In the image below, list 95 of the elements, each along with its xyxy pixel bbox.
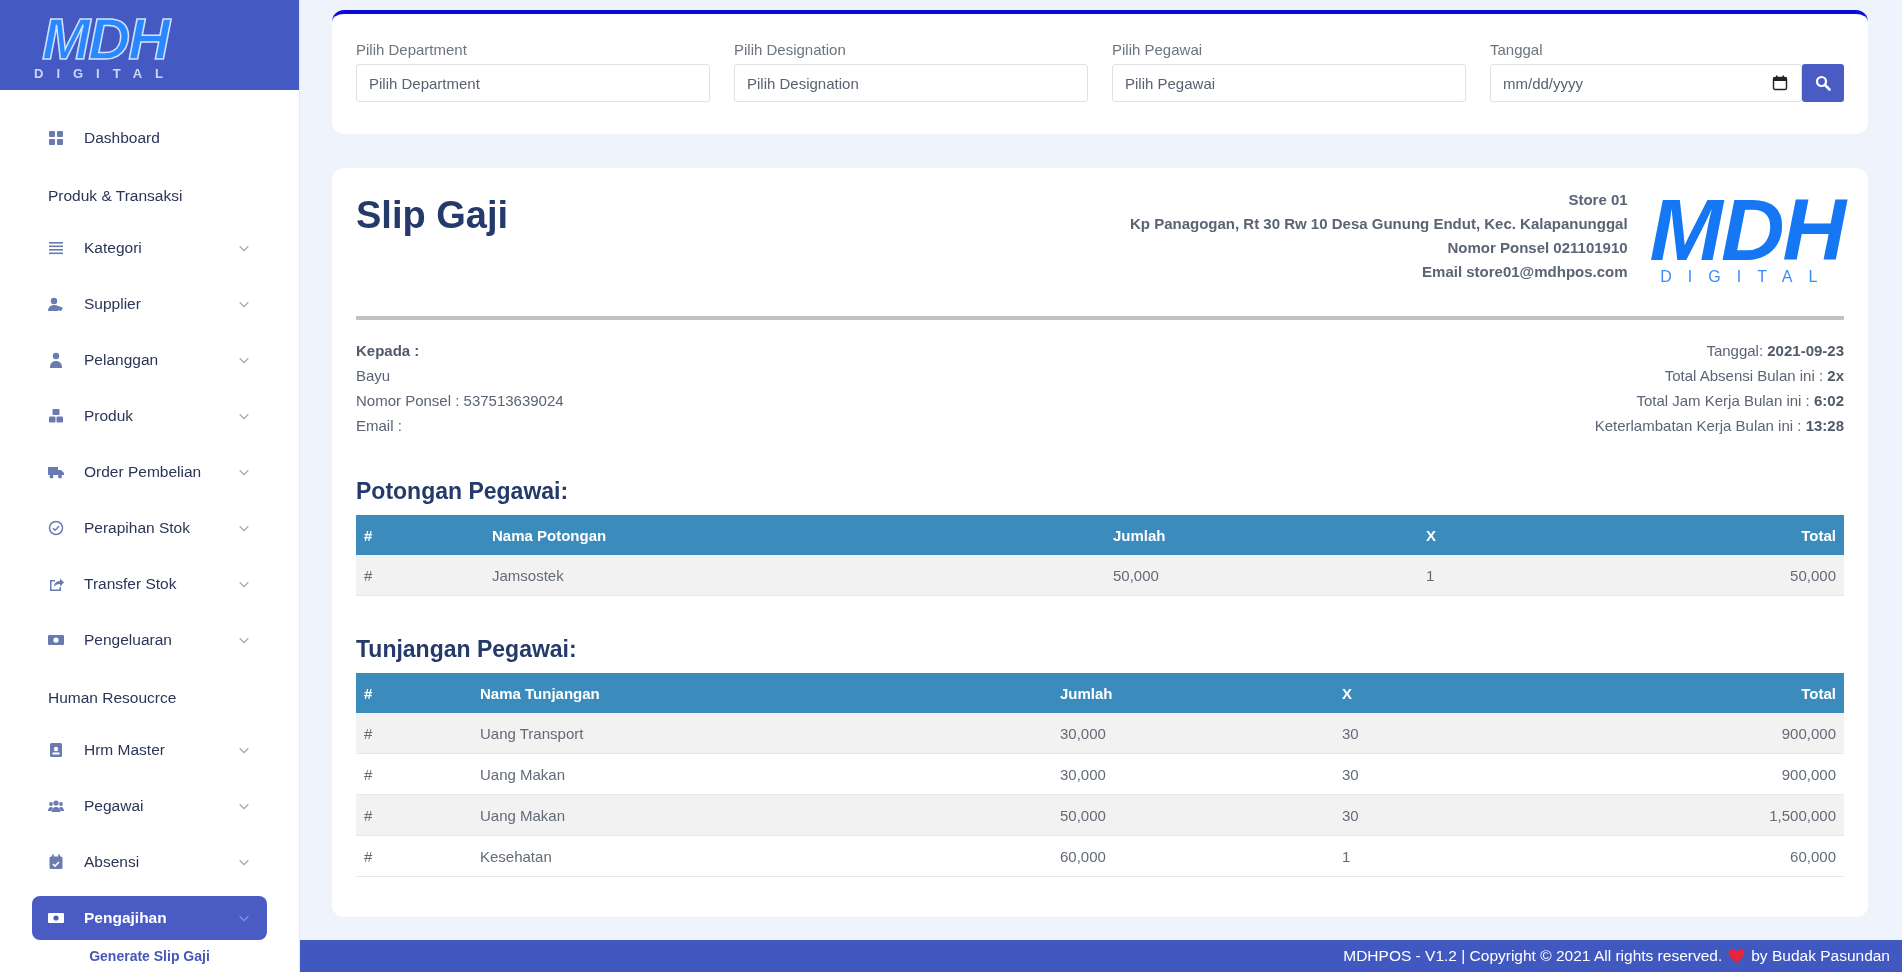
date-field[interactable]: mm/dd/yyyy (1490, 64, 1802, 102)
column-header: # (356, 515, 484, 555)
table-cell: 30,000 (1052, 753, 1334, 795)
summary-text: Total Absensi Bulan ini : 2x (1663, 366, 1844, 386)
calendar-icon (1772, 75, 1788, 91)
column-header: Jumlah (1052, 673, 1334, 713)
column-header: Nama Potongan (484, 515, 1105, 555)
sidebar-item[interactable]: Transfer Stok (32, 562, 267, 606)
users-icon (48, 798, 64, 814)
table-cell: 30,000 (1052, 713, 1334, 754)
user-tag-icon (48, 296, 64, 312)
select-field[interactable]: Pilih Designation (734, 64, 1088, 102)
sidebar-item[interactable]: Perapihan Stok (32, 506, 267, 550)
select-field[interactable]: Pilih Pegawai (1112, 64, 1466, 102)
table-cell: # (356, 794, 472, 836)
section-heading: Produk & Transaksi (47, 186, 184, 206)
boxes-icon (48, 408, 64, 424)
field-label: Pilih Designation (734, 41, 847, 58)
check-circle-icon (48, 520, 64, 536)
search-button[interactable] (1802, 64, 1844, 102)
store-info-text: Kp Panagogan, Rt 30 Rw 10 Desa Gunung Endut, Kec. Kalapanunggal (1130, 214, 1628, 234)
id-badge-icon (48, 742, 64, 758)
truck-icon (48, 464, 64, 480)
sidebar-item[interactable]: Pengeluaran (32, 618, 267, 662)
field-label: Tanggal (1490, 41, 1544, 58)
person-icon (48, 352, 64, 368)
sidebar-item[interactable]: Pelanggan (32, 338, 267, 382)
sidebar-item[interactable]: Pegawai (32, 784, 267, 828)
table-cell: 60,000 (1589, 835, 1844, 877)
credit-text: by Budak Pasundan (1751, 947, 1890, 965)
logo-wordmark: MDH (41, 9, 169, 68)
table-cell: Jamsostek (484, 555, 1105, 596)
table-cell: 30 (1334, 794, 1589, 836)
sidebar-item[interactable]: Order Pembelian (32, 450, 267, 494)
sidebar-item[interactable]: Hrm Master (32, 728, 267, 772)
list-icon (48, 240, 64, 256)
grid-icon (48, 130, 64, 146)
field-label: Pilih Pegawai (1112, 41, 1204, 58)
table-cell: # (356, 753, 472, 795)
money-icon (48, 632, 64, 648)
copyright-text: MDHPOS - V1.2 | Copyright © 2021 All rights reserved. (1343, 947, 1723, 965)
column-header: X (1418, 515, 1631, 555)
table-cell: 1,500,000 (1589, 794, 1844, 836)
table-cell: Uang Makan (472, 794, 1052, 836)
section-heading: Human Resoucrce (47, 688, 178, 708)
column-header: Total (1631, 515, 1844, 555)
table-cell: 900,000 (1589, 753, 1844, 795)
summary-text: Total Jam Kerja Bulan ini : 6:02 (1635, 391, 1844, 411)
recipient-info-text: Nomor Ponsel : 537513639024 (356, 391, 564, 411)
logo-subtitle: DIGITAL (34, 65, 177, 81)
table-cell: 50,000 (1631, 555, 1844, 596)
sidebar-item[interactable]: Pengajihan (32, 896, 267, 940)
recipient-info-text: Bayu (356, 366, 392, 386)
table-cell: 50,000 (1105, 555, 1418, 596)
store-info-text: Email store01@mdhpos.com (1421, 262, 1628, 282)
table-cell: # (356, 555, 484, 596)
column-header: # (356, 673, 472, 713)
submenu-item[interactable]: Generate Slip Gaji (89, 946, 210, 966)
sidebar-item[interactable]: Dashboard (32, 116, 267, 160)
heart-icon (1728, 948, 1746, 964)
table-cell: 1 (1418, 555, 1631, 596)
sidebar-item[interactable]: Kategori (32, 226, 267, 270)
table-cell: 50,000 (1052, 794, 1334, 836)
search-icon (1815, 75, 1831, 91)
table-cell: # (356, 713, 472, 754)
section-title: Tunjangan Pegawai: (356, 636, 578, 663)
column-header: X (1334, 673, 1589, 713)
table-cell: 900,000 (1589, 713, 1844, 754)
section-title: Potongan Pegawai: (356, 478, 570, 505)
sidebar-item[interactable]: Supplier (32, 282, 267, 326)
table-cell: 30 (1334, 753, 1589, 795)
sidebar-item[interactable]: Absensi (32, 840, 267, 884)
table-cell: Kesehatan (472, 835, 1052, 877)
table-cell: Uang Transport (472, 713, 1052, 754)
share-icon (48, 576, 64, 592)
recipient-info-text: Email : (356, 416, 403, 436)
page-title: Slip Gaji (356, 194, 509, 237)
column-header: Total (1589, 673, 1844, 713)
calendar-check-icon (48, 854, 64, 870)
column-header: Nama Tunjangan (472, 673, 1052, 713)
store-info-text: Store 01 (1567, 190, 1628, 210)
table-cell: # (356, 835, 472, 877)
select-field[interactable]: Pilih Department (356, 64, 710, 102)
store-info-text: Nomor Ponsel 021101910 (1446, 238, 1628, 258)
recipient-info-text: Kepada : (356, 341, 421, 361)
table-cell: 30 (1334, 713, 1589, 754)
table-cell: 1 (1334, 835, 1589, 877)
column-header: Jumlah (1105, 515, 1418, 555)
money-icon (48, 910, 64, 926)
summary-text: Keterlambatan Kerja Bulan ini : 13:28 (1594, 416, 1844, 436)
summary-text: Tanggal: 2021-09-23 (1705, 341, 1844, 361)
table-cell: 60,000 (1052, 835, 1334, 877)
field-label: Pilih Department (356, 41, 468, 58)
table-cell: Uang Makan (472, 753, 1052, 795)
sidebar-item[interactable]: Produk (32, 394, 267, 438)
